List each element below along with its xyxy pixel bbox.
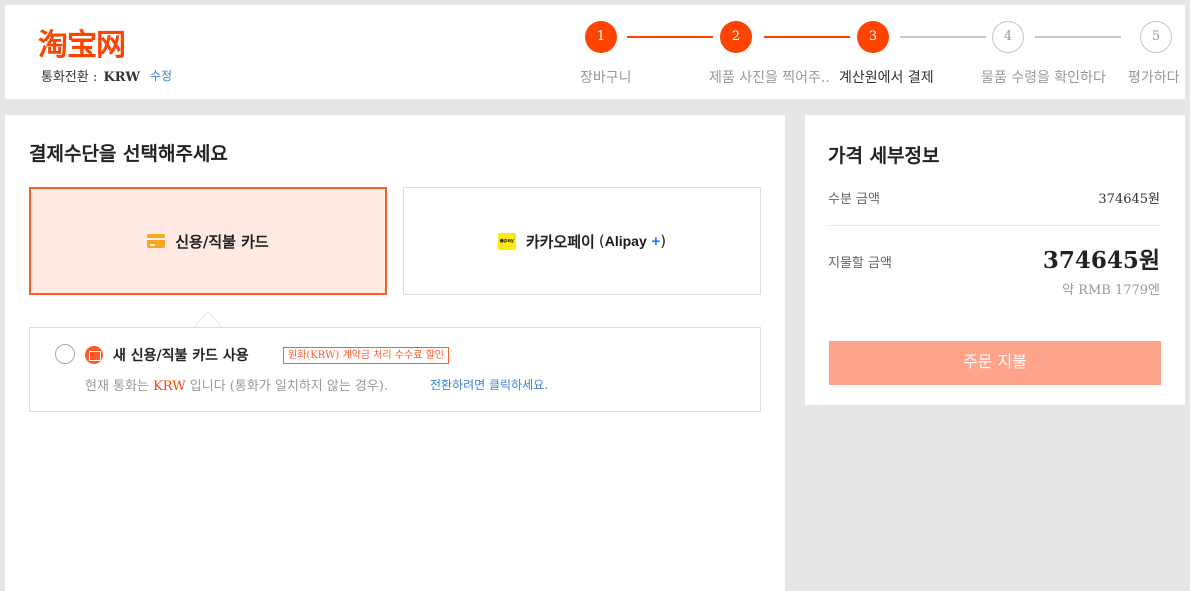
- step-5-circle: 5: [1140, 21, 1172, 53]
- currency-edit-link[interactable]: 수정: [150, 67, 172, 84]
- note-suffix: 입니다 (통화가 일치하지 않는 경우).: [189, 379, 389, 394]
- taobao-logo[interactable]: 淘宝网: [38, 20, 126, 64]
- header: 淘宝网 통화전환 : KRW 수정 1 2 3 4 5 장바구니 제품 사진을 …: [5, 5, 1185, 99]
- step-connector: [900, 36, 986, 38]
- alipay-plus-icon: +: [651, 233, 661, 250]
- selection-pointer: [193, 311, 223, 328]
- step-connector: [1035, 36, 1121, 38]
- pay-amount-value: 374645원: [1042, 247, 1160, 274]
- new-card-radio[interactable]: [55, 344, 75, 364]
- price-details-title: 가격 세부정보: [828, 145, 940, 167]
- step-4-label: 물품 수령을 확인하다: [981, 70, 1106, 86]
- step-connector: [627, 36, 713, 38]
- payment-section-title: 결제수단을 선택해주세요: [29, 143, 228, 165]
- card-detail-box: 새 신용/직불 카드 사용 원화(KRW) 계약금 처리 수수료 할인 현재 통…: [29, 327, 761, 412]
- price-details-panel: 가격 세부정보 수분 금액 374645원 지물할 금액 374645원 약 R…: [805, 115, 1185, 405]
- pay-order-button[interactable]: 주문 지불: [829, 341, 1161, 385]
- alipay-logo-text: Alipay: [604, 233, 647, 249]
- alipay-plus-mark: (Alipay +): [599, 232, 666, 250]
- step-3-label: 계산원에서 결제: [839, 70, 934, 86]
- new-card-label[interactable]: 새 신용/직불 카드 사용: [113, 345, 249, 365]
- step-2-circle: 2: [720, 21, 752, 53]
- note-currency: KRW: [153, 379, 186, 394]
- currency-note: 현재 통화는 KRW 입니다 (통화가 일치하지 않는 경우).: [85, 375, 388, 394]
- checkout-steps: 1 2 3 4 5 장바구니 제품 사진을 찍어주.. 계산원에서 결제 물품 …: [565, 20, 1185, 90]
- pay-amount-label: 지물할 금액: [828, 256, 892, 271]
- currency-indicator: 통화전환 : KRW: [41, 66, 140, 85]
- credit-card-option-label: 신용/직불 카드: [175, 232, 269, 251]
- step-1-label: 장바구니: [580, 70, 632, 86]
- rmb-approx: 약 RMB 1779엔: [1062, 283, 1160, 298]
- order-amount-label: 수분 금액: [828, 192, 880, 207]
- step-3-circle: 3: [857, 21, 889, 53]
- kakaopay-option[interactable]: ●pay 카카오페이 (Alipay +): [403, 187, 761, 295]
- paren-close: ): [660, 232, 667, 250]
- step-1-circle: 1: [585, 21, 617, 53]
- credit-card-option[interactable]: 신용/직불 카드: [29, 187, 387, 295]
- step-connector: [764, 36, 850, 38]
- step-4-circle: 4: [992, 21, 1024, 53]
- note-prefix: 현재 통화는: [85, 379, 149, 394]
- credit-card-icon: [147, 234, 166, 248]
- payment-method-panel: 결제수단을 선택해주세요 신용/직불 카드 ●pay 카카오페이 (Alipay…: [5, 115, 785, 591]
- currency-value: KRW: [103, 70, 140, 85]
- step-5-label: 평가하다: [1128, 70, 1180, 86]
- kakaopay-option-label: 카카오페이: [525, 232, 595, 251]
- order-amount-value: 374645원: [1098, 192, 1160, 207]
- convert-currency-link[interactable]: 전환하려면 클릭하세요.: [430, 376, 548, 393]
- price-divider: [828, 225, 1160, 226]
- card-circle-icon: [85, 346, 103, 364]
- currency-label: 통화전환 :: [41, 70, 98, 85]
- kakaopay-icon: ●pay: [497, 232, 516, 250]
- discount-badge: 원화(KRW) 계약금 처리 수수료 할인: [283, 347, 449, 364]
- step-2-label: 제품 사진을 찍어주..: [709, 70, 830, 86]
